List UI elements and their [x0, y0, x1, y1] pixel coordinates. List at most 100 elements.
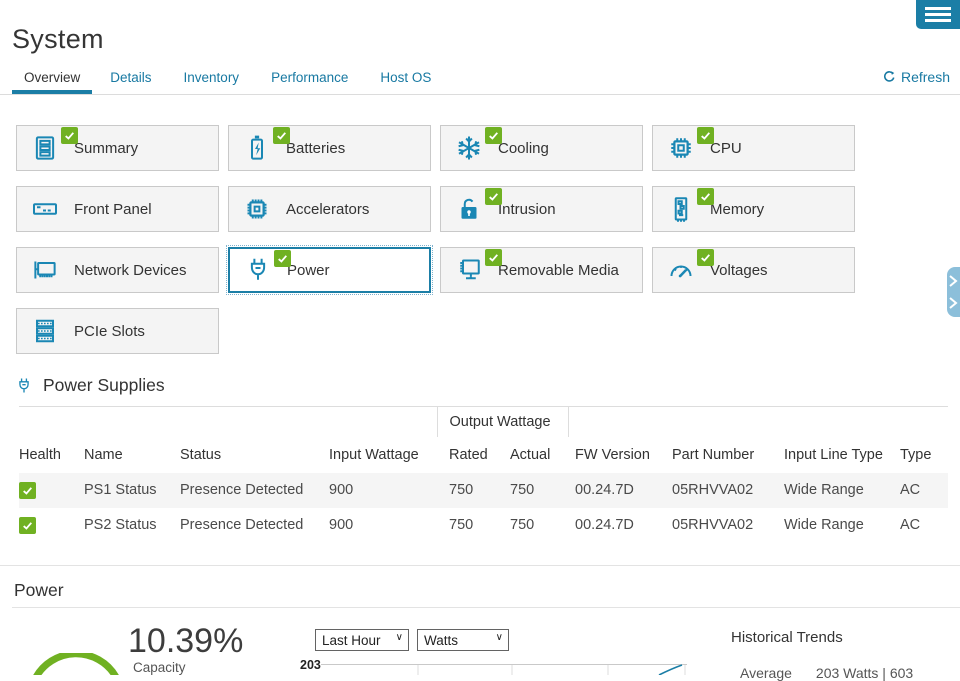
- time-range-select-wrap: Last Hour: [315, 629, 409, 651]
- col-actual: Actual: [510, 437, 568, 473]
- tile-accelerators[interactable]: Accelerators: [228, 186, 431, 232]
- historical-average-row: Average 203 Watts | 603: [740, 665, 913, 681]
- intrusion-icon: [454, 194, 484, 224]
- side-panel-handle[interactable]: [947, 267, 960, 317]
- tile-label: Power: [287, 262, 330, 279]
- cpu-icon: [666, 133, 696, 163]
- memory-icon: [666, 194, 696, 224]
- tab-inventory[interactable]: Inventory: [184, 70, 240, 94]
- power-icon: [243, 255, 273, 285]
- power-supplies-heading: Power Supplies: [14, 375, 165, 396]
- col-input-wattage: Input Wattage: [329, 437, 437, 473]
- check-badge-icon: [697, 249, 714, 266]
- tile-label: Accelerators: [286, 201, 369, 218]
- output-wattage-group-header: Output Wattage: [437, 407, 568, 437]
- refresh-icon: [882, 70, 896, 84]
- table-group-header-row: Output Wattage: [19, 407, 948, 437]
- table-header-row: HealthNameStatusInput WattageRatedActual…: [19, 437, 948, 473]
- table-row-ps1-status: PS1 StatusPresence Detected90075075000.2…: [19, 473, 948, 508]
- table-row-ps2-status: PS2 StatusPresence Detected90075075000.2…: [19, 508, 948, 543]
- capacity-percent: 10.39%: [128, 622, 243, 660]
- capacity-label: Capacity: [133, 660, 243, 675]
- tile-label: Removable Media: [498, 262, 619, 279]
- average-value: 203 Watts | 603: [816, 665, 913, 681]
- check-badge-icon: [61, 127, 78, 144]
- tile-batteries[interactable]: Batteries: [228, 125, 431, 171]
- battery-icon: [242, 133, 272, 163]
- col-status: Status: [180, 437, 329, 473]
- tile-cooling[interactable]: Cooling: [440, 125, 643, 171]
- health-cell: [19, 473, 84, 508]
- menu-button[interactable]: [916, 0, 960, 29]
- tile-memory[interactable]: Memory: [652, 186, 855, 232]
- tile-removable-media[interactable]: Removable Media: [440, 247, 643, 293]
- unit-select[interactable]: Watts: [418, 630, 508, 650]
- tile-label: Cooling: [498, 140, 549, 157]
- tabs: Overview Details Inventory Performance Host …: [0, 64, 960, 95]
- check-badge-icon: [273, 127, 290, 144]
- col-fw-version: FW Version: [568, 437, 672, 473]
- col-rated: Rated: [437, 437, 510, 473]
- voltages-icon: [666, 255, 696, 285]
- unit-select-wrap: Watts: [417, 629, 509, 651]
- network-icon: [30, 255, 60, 285]
- health-ok-icon: [19, 482, 36, 499]
- tab-overview[interactable]: Overview: [12, 70, 92, 94]
- power-supplies-title: Power Supplies: [43, 375, 165, 396]
- tile-network-devices[interactable]: Network Devices: [16, 247, 219, 293]
- accelerators-icon: [242, 194, 272, 224]
- tile-pcie-slots[interactable]: PCIe Slots: [16, 308, 219, 354]
- tile-cpu[interactable]: CPU: [652, 125, 855, 171]
- tile-label: PCIe Slots: [74, 323, 145, 340]
- historical-trends-title: Historical Trends: [731, 629, 843, 646]
- hamburger-icon: [925, 7, 951, 10]
- check-badge-icon: [485, 188, 502, 205]
- tile-label: Front Panel: [74, 201, 152, 218]
- tile-label: Intrusion: [498, 201, 556, 218]
- col-name: Name: [84, 437, 180, 473]
- check-badge-icon: [697, 188, 714, 205]
- health-ok-icon: [19, 517, 36, 534]
- tab-performance[interactable]: Performance: [271, 70, 348, 94]
- tile-label: Network Devices: [74, 262, 187, 279]
- chevron-right-icon: [947, 267, 960, 317]
- tile-voltages[interactable]: Voltages: [652, 247, 855, 293]
- cooling-icon: [454, 133, 484, 163]
- refresh-label: Refresh: [901, 69, 950, 85]
- tab-details[interactable]: Details: [110, 70, 151, 94]
- refresh-button[interactable]: Refresh: [882, 69, 950, 85]
- tile-label: Voltages: [710, 262, 768, 279]
- health-cell: [19, 508, 84, 543]
- power-heading-divider: [12, 607, 960, 608]
- col-part-number: Part Number: [672, 437, 784, 473]
- tab-host-os[interactable]: Host OS: [380, 70, 431, 94]
- check-badge-icon: [274, 250, 291, 267]
- tile-label: Batteries: [286, 140, 345, 157]
- page-title: System: [12, 24, 104, 55]
- front-panel-icon: [30, 194, 60, 224]
- power-plug-icon: [14, 376, 34, 396]
- check-badge-icon: [485, 127, 502, 144]
- col-input-line-type: Input Line Type: [784, 437, 900, 473]
- chart-y-axis-label: 203: [300, 658, 321, 672]
- tile-front-panel[interactable]: Front Panel: [16, 186, 219, 232]
- removable-media-icon: [454, 255, 484, 285]
- tiles-grid: Summary Batteries Cooling CPU Front Pane…: [16, 125, 855, 354]
- section-divider: [0, 565, 960, 566]
- tile-summary[interactable]: Summary: [16, 125, 219, 171]
- col-health: Health: [19, 437, 84, 473]
- tile-power[interactable]: Power: [228, 247, 431, 293]
- time-range-select[interactable]: Last Hour: [316, 630, 408, 650]
- check-badge-icon: [485, 249, 502, 266]
- check-badge-icon: [697, 127, 714, 144]
- power-supplies-table: Output Wattage HealthNameStatusInput Wat…: [19, 406, 948, 543]
- pcie-icon: [30, 316, 60, 346]
- power-usage-chart: [321, 664, 687, 675]
- tile-intrusion[interactable]: Intrusion: [440, 186, 643, 232]
- power-heading: Power: [14, 580, 64, 601]
- capacity-gauge: [30, 653, 120, 675]
- capacity-block: 10.39% Capacity: [128, 622, 243, 675]
- col-type: Type: [900, 437, 948, 473]
- power-title: Power: [14, 580, 64, 601]
- tile-label: Summary: [74, 140, 138, 157]
